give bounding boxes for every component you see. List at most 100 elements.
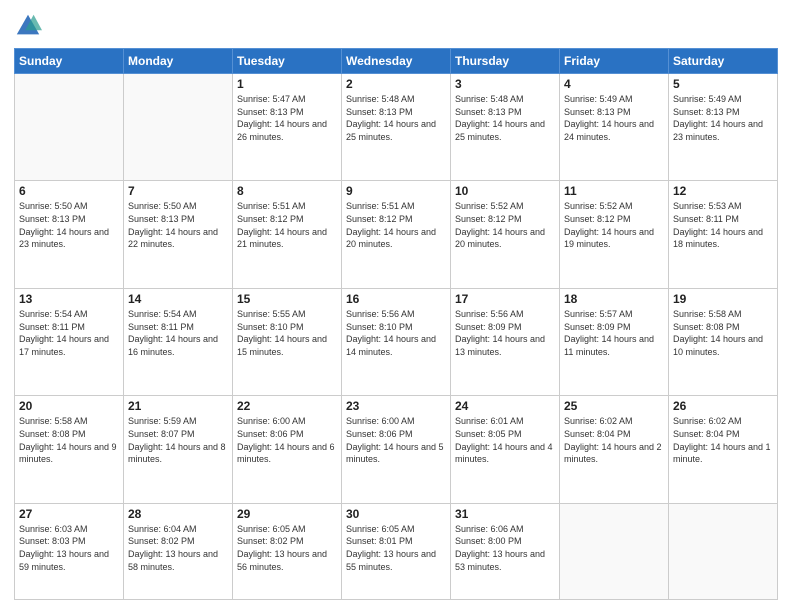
- calendar-cell: 28Sunrise: 6:04 AMSunset: 8:02 PMDayligh…: [124, 503, 233, 599]
- day-info: Sunrise: 6:00 AMSunset: 8:06 PMDaylight:…: [346, 415, 446, 465]
- day-number: 21: [128, 399, 228, 413]
- calendar-cell: 10 Sunrise: 5:52 AMSunset: 8:12 PMDayligh…: [451, 181, 560, 288]
- day-number: 20: [19, 399, 119, 413]
- day-info: Sunrise: 6:03 AMSunset: 8:03 PMDaylight:…: [19, 523, 119, 573]
- calendar-row-2: 6 Sunrise: 5:50 AMSunset: 8:13 PMDaylight…: [15, 181, 778, 288]
- day-number: 18: [564, 292, 664, 306]
- day-info: Sunrise: 5:49 AMSunset: 8:13 PMDaylight:…: [564, 93, 664, 143]
- day-number: 22: [237, 399, 337, 413]
- calendar-cell: 7 Sunrise: 5:50 AMSunset: 8:13 PMDaylight…: [124, 181, 233, 288]
- col-header-friday: Friday: [560, 49, 669, 74]
- calendar-cell: 9 Sunrise: 5:51 AMSunset: 8:12 PMDaylight…: [342, 181, 451, 288]
- calendar-cell: 16 Sunrise: 5:56 AMSunset: 8:10 PMDayligh…: [342, 288, 451, 395]
- day-number: 31: [455, 507, 555, 521]
- day-info: Sunrise: 5:49 AMSunset: 8:13 PMDaylight:…: [673, 93, 773, 143]
- calendar-cell: 18 Sunrise: 5:57 AMSunset: 8:09 PMDayligh…: [560, 288, 669, 395]
- calendar-cell: [124, 74, 233, 181]
- day-number: 24: [455, 399, 555, 413]
- day-info: Sunrise: 5:48 AMSunset: 8:13 PMDaylight:…: [455, 93, 555, 143]
- col-header-sunday: Sunday: [15, 49, 124, 74]
- day-number: 26: [673, 399, 773, 413]
- calendar-row-4: 20 Sunrise: 5:58 AMSunset: 8:08 PMDayligh…: [15, 396, 778, 503]
- day-number: 30: [346, 507, 446, 521]
- calendar-cell: 14 Sunrise: 5:54 AMSunset: 8:11 PMDayligh…: [124, 288, 233, 395]
- calendar-cell: 25 Sunrise: 6:02 AMSunset: 8:04 PMDayligh…: [560, 396, 669, 503]
- day-info: Sunrise: 6:00 AMSunset: 8:06 PMDaylight:…: [237, 415, 337, 465]
- calendar-cell: 4 Sunrise: 5:49 AMSunset: 8:13 PMDaylight…: [560, 74, 669, 181]
- day-number: 2: [346, 77, 446, 91]
- day-info: Sunrise: 5:50 AMSunset: 8:13 PMDaylight:…: [19, 200, 119, 250]
- day-info: Sunrise: 5:48 AMSunset: 8:13 PMDaylight:…: [346, 93, 446, 143]
- day-number: 25: [564, 399, 664, 413]
- day-info: Sunrise: 5:52 AMSunset: 8:12 PMDaylight:…: [564, 200, 664, 250]
- day-info: Sunrise: 5:54 AMSunset: 8:11 PMDaylight:…: [128, 308, 228, 358]
- day-info: Sunrise: 5:58 AMSunset: 8:08 PMDaylight:…: [19, 415, 119, 465]
- day-number: 4: [564, 77, 664, 91]
- calendar-cell: 11 Sunrise: 5:52 AMSunset: 8:12 PMDayligh…: [560, 181, 669, 288]
- day-info: Sunrise: 5:56 AMSunset: 8:10 PMDaylight:…: [346, 308, 446, 358]
- calendar-row-1: 1 Sunrise: 5:47 AMSunset: 8:13 PMDaylight…: [15, 74, 778, 181]
- day-info: Sunrise: 5:58 AMSunset: 8:08 PMDaylight:…: [673, 308, 773, 358]
- day-number: 27: [19, 507, 119, 521]
- day-info: Sunrise: 6:01 AMSunset: 8:05 PMDaylight:…: [455, 415, 555, 465]
- day-info: Sunrise: 5:52 AMSunset: 8:12 PMDaylight:…: [455, 200, 555, 250]
- day-number: 6: [19, 184, 119, 198]
- calendar-header-row: SundayMondayTuesdayWednesdayThursdayFrid…: [15, 49, 778, 74]
- day-info: Sunrise: 5:51 AMSunset: 8:12 PMDaylight:…: [237, 200, 337, 250]
- calendar-cell: 30 Sunrise: 6:05 AMSunset: 8:01 PMDayligh…: [342, 503, 451, 599]
- page-container: SundayMondayTuesdayWednesdayThursdayFrid…: [0, 0, 792, 612]
- calendar-cell: [560, 503, 669, 599]
- day-info: Sunrise: 5:57 AMSunset: 8:09 PMDaylight:…: [564, 308, 664, 358]
- logo-icon: [14, 12, 42, 40]
- day-number: 9: [346, 184, 446, 198]
- day-info: Sunrise: 5:54 AMSunset: 8:11 PMDaylight:…: [19, 308, 119, 358]
- calendar-cell: 26Sunrise: 6:02 AMSunset: 8:04 PMDayligh…: [669, 396, 778, 503]
- calendar-cell: 12Sunrise: 5:53 AMSunset: 8:11 PMDayligh…: [669, 181, 778, 288]
- logo: [14, 12, 46, 40]
- day-number: 28: [128, 507, 228, 521]
- day-number: 7: [128, 184, 228, 198]
- day-number: 12: [673, 184, 773, 198]
- calendar-cell: 6 Sunrise: 5:50 AMSunset: 8:13 PMDaylight…: [15, 181, 124, 288]
- calendar-cell: 19 Sunrise: 5:58 AMSunset: 8:08 PMDayligh…: [669, 288, 778, 395]
- day-info: Sunrise: 5:51 AMSunset: 8:12 PMDaylight:…: [346, 200, 446, 250]
- day-info: Sunrise: 6:05 AMSunset: 8:01 PMDaylight:…: [346, 523, 446, 573]
- day-info: Sunrise: 6:02 AMSunset: 8:04 PMDaylight:…: [564, 415, 664, 465]
- calendar-cell: 29 Sunrise: 6:05 AMSunset: 8:02 PMDayligh…: [233, 503, 342, 599]
- col-header-saturday: Saturday: [669, 49, 778, 74]
- day-number: 8: [237, 184, 337, 198]
- day-number: 1: [237, 77, 337, 91]
- calendar-cell: 5Sunrise: 5:49 AMSunset: 8:13 PMDaylight…: [669, 74, 778, 181]
- calendar-row-3: 13 Sunrise: 5:54 AMSunset: 8:11 PMDayligh…: [15, 288, 778, 395]
- calendar-cell: 1 Sunrise: 5:47 AMSunset: 8:13 PMDaylight…: [233, 74, 342, 181]
- col-header-thursday: Thursday: [451, 49, 560, 74]
- calendar-cell: 2 Sunrise: 5:48 AMSunset: 8:13 PMDaylight…: [342, 74, 451, 181]
- day-info: Sunrise: 5:55 AMSunset: 8:10 PMDaylight:…: [237, 308, 337, 358]
- calendar-cell: [15, 74, 124, 181]
- day-info: Sunrise: 5:50 AMSunset: 8:13 PMDaylight:…: [128, 200, 228, 250]
- calendar-cell: [669, 503, 778, 599]
- day-number: 11: [564, 184, 664, 198]
- col-header-monday: Monday: [124, 49, 233, 74]
- col-header-tuesday: Tuesday: [233, 49, 342, 74]
- calendar-cell: 15Sunrise: 5:55 AMSunset: 8:10 PMDayligh…: [233, 288, 342, 395]
- day-info: Sunrise: 6:05 AMSunset: 8:02 PMDaylight:…: [237, 523, 337, 573]
- calendar-cell: 24 Sunrise: 6:01 AMSunset: 8:05 PMDayligh…: [451, 396, 560, 503]
- day-info: Sunrise: 5:47 AMSunset: 8:13 PMDaylight:…: [237, 93, 337, 143]
- calendar-cell: 31Sunrise: 6:06 AMSunset: 8:00 PMDayligh…: [451, 503, 560, 599]
- day-number: 10: [455, 184, 555, 198]
- calendar-row-5: 27 Sunrise: 6:03 AMSunset: 8:03 PMDayligh…: [15, 503, 778, 599]
- day-number: 29: [237, 507, 337, 521]
- day-number: 16: [346, 292, 446, 306]
- calendar-cell: 21 Sunrise: 5:59 AMSunset: 8:07 PMDayligh…: [124, 396, 233, 503]
- calendar-cell: 23Sunrise: 6:00 AMSunset: 8:06 PMDayligh…: [342, 396, 451, 503]
- calendar-cell: 17Sunrise: 5:56 AMSunset: 8:09 PMDayligh…: [451, 288, 560, 395]
- day-number: 13: [19, 292, 119, 306]
- calendar-table: SundayMondayTuesdayWednesdayThursdayFrid…: [14, 48, 778, 600]
- day-number: 14: [128, 292, 228, 306]
- header: [14, 12, 778, 40]
- calendar-cell: 3Sunrise: 5:48 AMSunset: 8:13 PMDaylight…: [451, 74, 560, 181]
- day-number: 17: [455, 292, 555, 306]
- day-number: 19: [673, 292, 773, 306]
- day-info: Sunrise: 5:59 AMSunset: 8:07 PMDaylight:…: [128, 415, 228, 465]
